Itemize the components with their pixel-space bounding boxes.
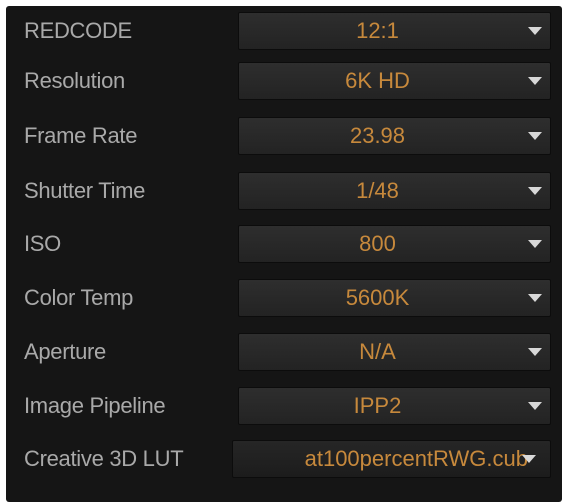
setting-label-aperture: Aperture [24,339,106,364]
chevron-down-icon [528,348,542,356]
resolution-value: 6K HD [345,68,410,93]
setting-row-shutter-time: Shutter Time 1/48 [6,166,562,216]
frame-rate-dropdown[interactable]: 23.98 [238,117,551,155]
chevron-down-icon [528,132,542,140]
chevron-down-icon [522,455,536,463]
setting-row-frame-rate: Frame Rate 23.98 [6,111,562,161]
aperture-dropdown[interactable]: N/A [238,333,551,371]
iso-dropdown[interactable]: 800 [238,225,551,263]
camera-settings-panel: REDCODE 12:1 Resolution 6K HD Frame Rate… [6,6,562,502]
chevron-down-icon [528,187,542,195]
chevron-down-icon [528,402,542,410]
creative-3d-lut-value: at100percentRWG.cub [304,446,528,471]
setting-row-aperture: Aperture N/A [6,327,562,377]
setting-row-resolution: Resolution 6K HD [6,56,562,106]
setting-label-redcode: REDCODE [24,18,132,43]
redcode-value: 12:1 [356,18,399,43]
iso-value: 800 [359,231,396,256]
chevron-down-icon [528,77,542,85]
setting-label-shutter-time: Shutter Time [24,178,146,203]
redcode-dropdown[interactable]: 12:1 [238,12,551,50]
setting-label-frame-rate: Frame Rate [24,123,138,148]
setting-label-iso: ISO [24,231,61,256]
color-temp-dropdown[interactable]: 5600K [238,279,551,317]
color-temp-value: 5600K [345,285,410,310]
image-pipeline-value: IPP2 [353,393,402,418]
setting-label-resolution: Resolution [24,68,125,93]
aperture-value: N/A [359,339,396,364]
chevron-down-icon [528,240,542,248]
chevron-down-icon [528,294,542,302]
shutter-time-value: 1/48 [356,178,399,203]
setting-row-image-pipeline: Image Pipeline IPP2 [6,381,562,431]
setting-row-color-temp: Color Temp 5600K [6,273,562,323]
image-pipeline-dropdown[interactable]: IPP2 [238,387,551,425]
chevron-down-icon [528,27,542,35]
setting-label-color-temp: Color Temp [24,285,134,310]
resolution-dropdown[interactable]: 6K HD [238,62,551,100]
frame-rate-value: 23.98 [349,123,406,148]
setting-row-creative-3d-lut: Creative 3D LUT at100percentRWG.cub [6,434,562,484]
setting-label-image-pipeline: Image Pipeline [24,393,166,418]
setting-label-creative-3d-lut: Creative 3D LUT [24,446,184,471]
setting-row-iso: ISO 800 [6,219,562,269]
setting-row-redcode: REDCODE 12:1 [6,6,562,56]
shutter-time-dropdown[interactable]: 1/48 [238,172,551,210]
creative-3d-lut-dropdown[interactable]: at100percentRWG.cub [232,440,551,478]
